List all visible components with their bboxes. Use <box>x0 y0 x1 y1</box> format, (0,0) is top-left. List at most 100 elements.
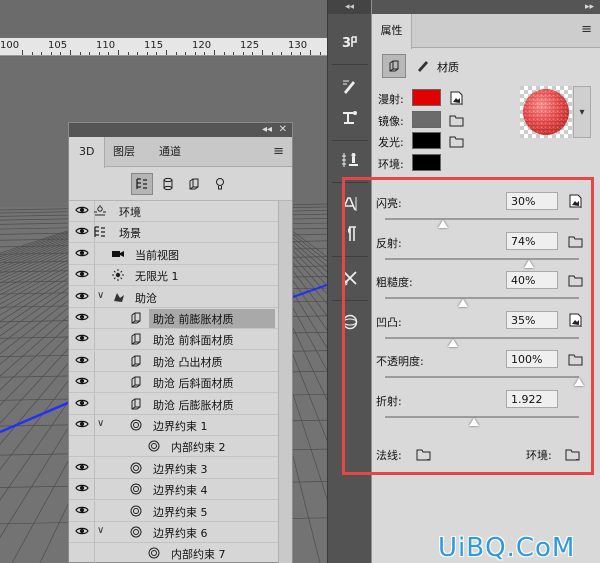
eye-icon <box>74 505 89 518</box>
tree-row[interactable]: 边界约束 4 <box>69 479 292 501</box>
visibility-toggle[interactable] <box>69 543 95 563</box>
panel-titlebar[interactable]: ◂◂ ✕ <box>69 123 292 137</box>
eye-icon <box>74 483 89 496</box>
color-row: 镜像: <box>371 109 511 131</box>
material-icon <box>129 332 143 346</box>
whole-scene-filter-icon[interactable] <box>131 173 153 195</box>
panel-scrollbar[interactable] <box>278 201 292 563</box>
color-label: 环境: <box>378 157 404 171</box>
tree-row[interactable]: ∨ 边界约束 6 <box>69 522 292 543</box>
constraint-icon <box>129 504 143 518</box>
chevron-down-icon[interactable]: ∨ <box>97 418 104 429</box>
visibility-toggle[interactable] <box>69 436 95 458</box>
visibility-toggle[interactable] <box>69 479 95 501</box>
tree-row[interactable]: 当前视图 <box>69 243 292 265</box>
tree-row[interactable]: 内部约束 2 <box>69 436 292 458</box>
horizontal-ruler: 100 105 110 115 120 125 130 <box>0 38 327 56</box>
visibility-toggle[interactable] <box>69 308 95 329</box>
visibility-toggle[interactable] <box>69 393 95 415</box>
mesh-mode-icon[interactable] <box>382 54 406 78</box>
material-preview-sphere[interactable] <box>520 86 572 138</box>
visibility-toggle[interactable] <box>69 329 95 351</box>
ruler-tick <box>262 50 263 55</box>
ruler-tick <box>50 52 52 55</box>
preset-dropdown-icon[interactable]: ▾ <box>573 86 591 138</box>
ruler-tick <box>252 52 254 55</box>
tab-channels[interactable]: 通道 <box>149 137 191 167</box>
visibility-toggle[interactable] <box>69 243 95 265</box>
material-icon <box>129 375 143 389</box>
color-swatch[interactable] <box>412 89 441 106</box>
close-icon[interactable]: ✕ <box>279 123 287 137</box>
tree-row-label: 助沧 凸出材质 <box>153 355 223 369</box>
constraint-icon <box>147 439 161 453</box>
visibility-toggle[interactable] <box>69 201 95 222</box>
properties-expand-icon[interactable]: ▸▸ <box>372 0 600 14</box>
visibility-toggle[interactable] <box>69 500 95 522</box>
material-icon <box>129 354 143 368</box>
brush-settings-icon[interactable] <box>334 72 366 100</box>
tree-row[interactable]: ∨ 助沧 <box>69 286 292 308</box>
mesh-filter-icon[interactable] <box>157 173 179 195</box>
folder-icon[interactable] <box>448 112 466 128</box>
tree-row[interactable]: 助沧 前膨胀材质 <box>69 308 292 329</box>
visibility-toggle[interactable] <box>69 415 95 436</box>
visibility-toggle[interactable] <box>69 372 95 394</box>
eye-icon <box>74 462 89 475</box>
color-label: 镜像: <box>378 114 404 128</box>
properties-menu-icon[interactable]: ≡ <box>581 22 592 37</box>
color-swatch[interactable] <box>412 153 441 171</box>
tree-row[interactable]: 助沧 后斜面材质 <box>69 372 292 394</box>
ruler-tick <box>271 52 273 55</box>
chevron-down-icon[interactable]: ∨ <box>97 290 104 301</box>
tree-row-label: 环境 <box>119 206 141 219</box>
tree-row[interactable]: 助沧 凸出材质 <box>69 350 292 372</box>
tree-row[interactable]: 边界约束 3 <box>69 457 292 479</box>
tree-row[interactable]: 环境 <box>69 201 292 222</box>
tab-layers[interactable]: 图层 <box>103 137 145 167</box>
color-swatch[interactable] <box>412 132 441 149</box>
ruler-tick <box>98 52 100 55</box>
tree-row[interactable]: 场景 <box>69 222 292 244</box>
visibility-toggle[interactable] <box>69 222 95 244</box>
3d-filter-toolbar <box>69 167 292 201</box>
folder-icon[interactable] <box>448 133 466 149</box>
tree-row-label: 助沧 <box>135 291 157 305</box>
material-brush-icon[interactable] <box>416 58 430 75</box>
panel-menu-icon[interactable]: ≡ <box>273 144 284 159</box>
tree-row[interactable]: ∨ 边界约束 1 <box>69 415 292 436</box>
tree-row[interactable]: 助沧 前斜面材质 <box>69 329 292 351</box>
ruler-tick <box>319 52 321 55</box>
dock-collapse-icon[interactable]: ◂◂ <box>328 0 371 14</box>
ruler-tick <box>223 52 225 55</box>
tab-3d[interactable]: 3D <box>69 137 106 168</box>
visibility-toggle[interactable] <box>69 457 95 479</box>
tree-row[interactable]: 内部约束 7 <box>69 543 292 563</box>
material-icon <box>129 397 143 411</box>
tab-properties[interactable]: 属性 <box>372 14 412 49</box>
texture-icon[interactable] <box>448 90 466 106</box>
ruler-tick <box>175 52 177 55</box>
ruler-tick <box>41 52 43 55</box>
clone-source-icon[interactable] <box>334 104 366 132</box>
tree-row-label: 边界约束 1 <box>153 420 208 433</box>
color-swatch[interactable] <box>412 110 441 128</box>
tree-row[interactable]: 助沧 后膨胀材质 <box>69 393 292 415</box>
tool-presets-icon[interactable] <box>334 146 366 174</box>
scene-icon <box>93 225 107 239</box>
ruler-tick <box>233 52 235 55</box>
chevron-down-icon[interactable]: ∨ <box>97 525 104 536</box>
visibility-toggle[interactable] <box>69 522 95 543</box>
collapse-icon[interactable]: ◂◂ <box>262 123 272 137</box>
material-filter-icon[interactable] <box>183 173 205 195</box>
eye-icon <box>74 355 89 368</box>
3d-dock-icon[interactable]: 3 <box>334 28 366 56</box>
tree-row[interactable]: 无限光 1 <box>69 265 292 287</box>
light-filter-icon[interactable] <box>209 173 231 195</box>
eye-icon <box>74 526 89 539</box>
tree-row[interactable]: 边界约束 5 <box>69 500 292 522</box>
visibility-toggle[interactable] <box>69 286 95 308</box>
constraint-icon <box>147 546 161 560</box>
visibility-toggle[interactable] <box>69 350 95 372</box>
visibility-toggle[interactable] <box>69 265 95 287</box>
